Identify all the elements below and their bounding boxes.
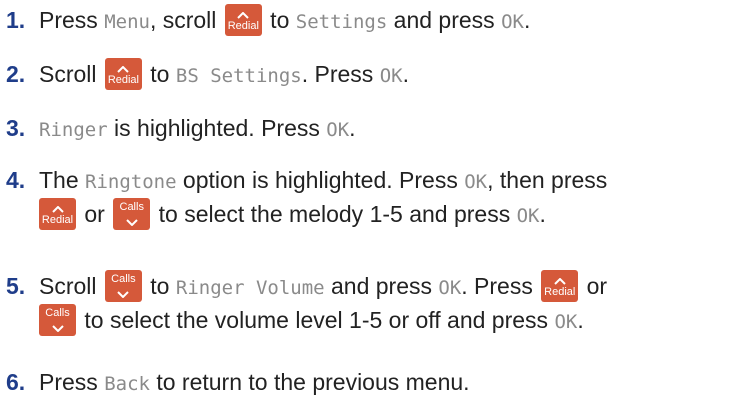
display-text-ok: OK <box>554 311 578 333</box>
display-text-ringer-volume: Ringer Volume <box>175 277 325 299</box>
step-5: 5Scroll Calls to Ringer Volume and press… <box>6 269 732 338</box>
down-arrow-icon <box>113 214 150 226</box>
up-arrow-icon <box>105 61 142 73</box>
step-text: . Press <box>461 273 540 299</box>
calls-key-label: Calls <box>45 306 70 319</box>
step-text: Scroll <box>39 61 103 87</box>
step-text: to <box>263 7 296 33</box>
step-2: 2Scroll Redial to BS Settings. Press OK. <box>6 57 732 92</box>
step-number: 3 <box>6 112 39 144</box>
redial-key-label: Redial <box>544 285 576 298</box>
step-text: . <box>523 7 531 33</box>
step-text: to return to the previous menu. <box>149 369 470 395</box>
step-text: Press <box>39 369 105 395</box>
display-text-ringtone: Ringtone <box>85 171 177 193</box>
step-text: Scroll <box>39 273 103 299</box>
redial-key-label: Redial <box>107 73 139 86</box>
redial-key-label: Redial <box>227 19 259 32</box>
step-text: or <box>78 201 112 227</box>
display-text-menu: Menu <box>104 11 150 33</box>
up-arrow-icon <box>225 7 262 19</box>
display-text-bs-settings: BS Settings <box>175 65 302 87</box>
calls-key-label: Calls <box>119 200 144 213</box>
redial-key-label: Redial <box>41 213 74 226</box>
display-text-settings: Settings <box>295 11 388 33</box>
step-text: . <box>349 115 356 141</box>
step-text: option is highlighted. Press <box>176 167 465 193</box>
step-3: 3Ringer is highlighted. Press OK. <box>6 112 732 146</box>
step-text: Press <box>39 7 105 33</box>
display-text-ok: OK <box>326 119 350 141</box>
step-text: to <box>143 61 176 87</box>
calls-key: Calls <box>113 197 151 230</box>
step-text: , then press <box>487 167 608 193</box>
step-text: , scroll <box>149 7 223 33</box>
step-number: 4 <box>6 164 39 196</box>
step-number: 2 <box>6 58 39 90</box>
display-text-ok: OK <box>438 277 462 299</box>
down-arrow-icon <box>39 320 76 332</box>
step-4-line-2: Redial or Calls to select the melody 1-5… <box>39 197 732 232</box>
step-text: . <box>402 61 409 87</box>
step-text: to select the volume level 1-5 or off an… <box>78 307 555 333</box>
step-4: 4The Ringtone option is highlighted. Pre… <box>6 164 732 232</box>
instruction-steps: 1Press Menu, scroll Redial to Settings a… <box>0 0 736 395</box>
step-text: and press <box>387 7 502 33</box>
step-text: . <box>539 201 546 227</box>
step-text: . Press <box>301 61 380 87</box>
up-arrow-icon <box>39 201 76 213</box>
step-text: and press <box>324 273 439 299</box>
up-arrow-icon <box>541 273 578 285</box>
step-text: The <box>39 167 86 193</box>
step-number: 6 <box>6 366 39 398</box>
redial-key: Redial <box>104 57 142 90</box>
step-text: to select the melody 1-5 and press <box>152 201 517 227</box>
calls-key: Calls <box>104 269 142 302</box>
redial-key: Redial <box>541 269 579 302</box>
display-text-ok: OK <box>501 11 524 33</box>
step-number: 1 <box>6 4 39 36</box>
step-6: 6Press Back to return to the previous me… <box>6 366 732 400</box>
step-text: or <box>580 273 608 299</box>
calls-key: Calls <box>39 303 76 336</box>
step-number: 5 <box>6 270 39 302</box>
step-text: is highlighted. Press <box>107 115 327 141</box>
step-5-line-2: Calls to select the volume level 1-5 or … <box>39 303 732 338</box>
step-text: to <box>143 273 176 299</box>
down-arrow-icon <box>105 286 142 298</box>
redial-key: Redial <box>224 3 262 36</box>
redial-key: Redial <box>39 197 76 230</box>
display-text-ok: OK <box>516 205 540 227</box>
display-text-ok: OK <box>379 65 403 87</box>
display-text-ok: OK <box>464 171 488 193</box>
display-text-back: Back <box>104 373 150 395</box>
calls-key-label: Calls <box>111 272 136 285</box>
step-1: 1Press Menu, scroll Redial to Settings a… <box>6 3 732 38</box>
display-text-ringer: Ringer <box>39 119 108 141</box>
step-text: . <box>577 307 584 333</box>
